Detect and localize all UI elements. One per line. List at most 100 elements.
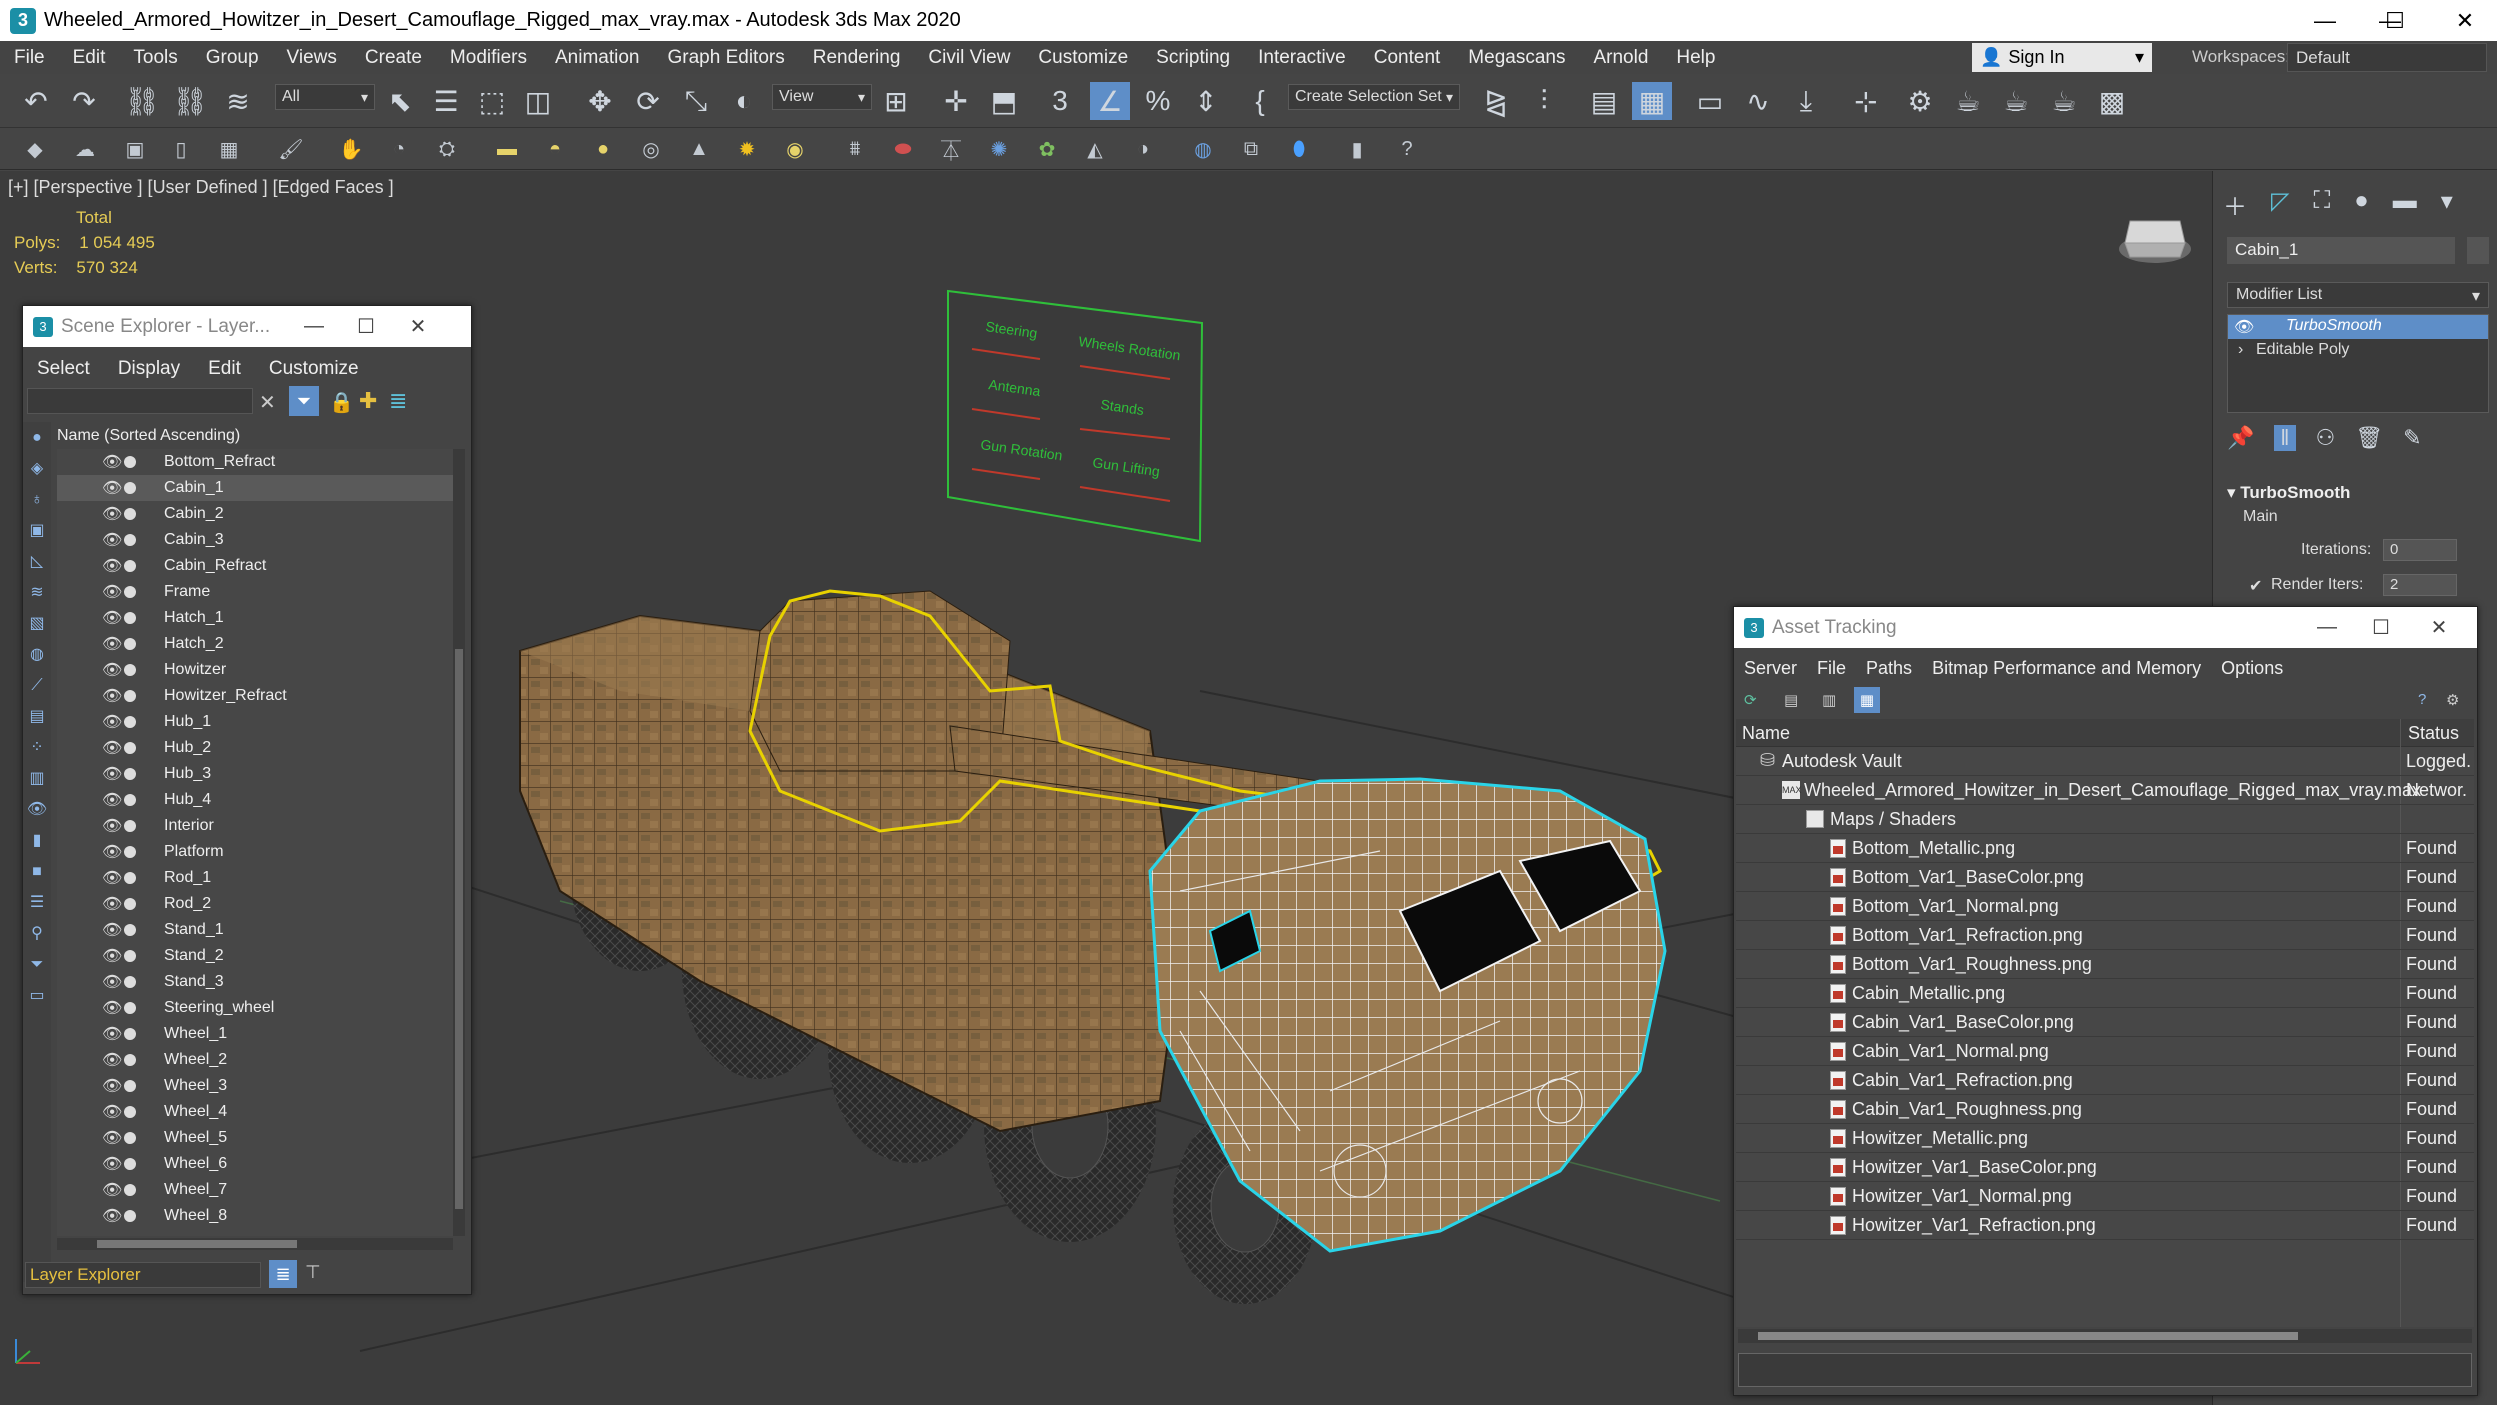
redo-icon[interactable]: ↷ xyxy=(64,82,104,120)
menu-paths[interactable]: Paths xyxy=(1856,658,1922,679)
close-button[interactable]: ✕ xyxy=(2416,607,2462,648)
list-item[interactable]: 👁 Hub_1 xyxy=(57,709,453,735)
ribbon-toggle-icon[interactable]: ▭ xyxy=(1690,82,1730,120)
select-manipulate-icon[interactable]: ✛ xyxy=(936,82,976,120)
select-object-icon[interactable]: ⬉ xyxy=(380,82,420,120)
bird-icon[interactable]: ◆ xyxy=(20,134,50,164)
select-by-name-icon[interactable]: ☰ xyxy=(426,82,466,120)
menu-file[interactable]: File xyxy=(0,47,59,69)
scale-icon[interactable]: ⤡ xyxy=(676,82,716,120)
menu-select[interactable]: Select xyxy=(23,358,104,380)
settings-icon[interactable]: ⚙ xyxy=(2446,691,2459,709)
create-tab-icon[interactable]: ＋ xyxy=(2223,187,2247,221)
menu-megascans[interactable]: Megascans xyxy=(1454,47,1579,69)
containers-filter-icon[interactable]: ▤ xyxy=(23,701,51,732)
snaps-toggle-icon[interactable]: 3 xyxy=(1040,82,1080,120)
spacewarps-filter-icon[interactable]: ≋ xyxy=(23,577,51,608)
menu-customize[interactable]: Customize xyxy=(255,358,373,380)
asset-tracking-titlebar[interactable]: 3 Asset Tracking — ☐ ✕ xyxy=(1734,607,2477,648)
render-toggle-icon[interactable] xyxy=(124,794,136,806)
modifier-list-dropdown[interactable]: Modifier List ▾ xyxy=(2227,282,2489,308)
groups-filter-icon[interactable]: ▧ xyxy=(23,608,51,639)
visibility-eye-icon[interactable]: 👁 xyxy=(102,1024,122,1044)
modify-tab-icon[interactable]: ◸ xyxy=(2271,187,2289,219)
render-toggle-icon[interactable] xyxy=(124,1184,136,1196)
volume-icon[interactable]: ✺ xyxy=(984,134,1014,164)
undo-icon[interactable]: ↶ xyxy=(16,82,56,120)
render-toggle-icon[interactable] xyxy=(124,950,136,962)
brush-icon[interactable]: 🖌 xyxy=(276,134,306,164)
globe-icon[interactable]: ◍ xyxy=(1188,134,1218,164)
scene-explorer-titlebar[interactable]: 3 Scene Explorer - Layer... — ☐ ✕ xyxy=(23,306,471,347)
table-row[interactable]: ⛁ Autodesk Vault Logged. xyxy=(1736,747,2474,776)
visibility-eye-icon[interactable]: 👁 xyxy=(102,712,122,732)
table-row[interactable]: Bottom_Var1_Refraction.png Found xyxy=(1736,921,2474,950)
lock-icon[interactable]: 🔒 xyxy=(329,390,354,415)
rectangular-selection-icon[interactable]: ⬚ xyxy=(472,82,512,120)
render-toggle-icon[interactable] xyxy=(124,976,136,988)
render-toggle-icon[interactable] xyxy=(124,1132,136,1144)
table-row[interactable]: Howitzer_Metallic.png Found xyxy=(1736,1124,2474,1153)
menu-edit[interactable]: Edit xyxy=(59,47,120,69)
gpu-icon[interactable]: ⬮ xyxy=(1284,134,1314,164)
box-icon[interactable]: ▣ xyxy=(120,134,150,164)
lights-filter-icon[interactable]: ♁ xyxy=(23,484,51,515)
reference-coordinate-dropdown[interactable]: View xyxy=(772,84,872,110)
render-toggle-icon[interactable] xyxy=(124,612,136,624)
viewcube-icon[interactable] xyxy=(2119,220,2191,263)
menu-group[interactable]: Group xyxy=(192,47,273,69)
expand-arrow-icon[interactable]: › xyxy=(2238,341,2243,359)
menu-civil-view[interactable]: Civil View xyxy=(914,47,1024,69)
remove-modifier-icon[interactable]: 🗑 xyxy=(2355,425,2383,451)
window-crossing-icon[interactable]: ◫ xyxy=(518,82,558,120)
table-row[interactable]: Howitzer_Var1_Normal.png Found xyxy=(1736,1182,2474,1211)
funnel-filter-icon[interactable]: ⏷ xyxy=(23,949,51,980)
menu-options[interactable]: Options xyxy=(2211,658,2293,679)
explorer-type-dropdown[interactable]: Layer Explorer xyxy=(25,1262,261,1288)
list-item[interactable]: 👁 Stand_1 xyxy=(57,917,453,943)
menu-help[interactable]: Help xyxy=(1662,47,1729,69)
menu-display[interactable]: Display xyxy=(104,358,194,380)
hierarchy-icon[interactable]: ⊤ xyxy=(305,1262,321,1283)
light-cone-icon[interactable]: ▲ xyxy=(684,134,714,164)
particles-filter-icon[interactable]: ⁘ xyxy=(23,732,51,763)
minimize-button[interactable]: — xyxy=(291,306,337,347)
make-unique-icon[interactable]: ⚇ xyxy=(2316,425,2336,451)
viewport-label-menu[interactable]: [+] [Perspective ] [User Defined ] [Edge… xyxy=(8,177,394,198)
visibility-eye-icon[interactable]: 👁 xyxy=(102,1180,122,1200)
render-toggle-icon[interactable] xyxy=(124,1080,136,1092)
menu-rendering[interactable]: Rendering xyxy=(799,47,915,69)
sun-icon[interactable]: ✹ xyxy=(732,134,762,164)
list-item[interactable]: 👁 Wheel_8 xyxy=(57,1203,453,1229)
list-item[interactable]: 👁 Hatch_2 xyxy=(57,631,453,657)
list-item[interactable]: 👁 Cabin_1 xyxy=(57,475,453,501)
list-item[interactable]: 👁 Hub_2 xyxy=(57,735,453,761)
helpers-filter-icon[interactable]: ◺ xyxy=(23,546,51,577)
render-toggle-icon[interactable] xyxy=(124,1210,136,1222)
pivot-center-icon[interactable]: ⊞ xyxy=(876,82,916,120)
table-row[interactable]: Cabin_Metallic.png Found xyxy=(1736,979,2474,1008)
table-row[interactable]: Bottom_Metallic.png Found xyxy=(1736,834,2474,863)
render-cloud-icon[interactable]: ▩ xyxy=(2092,82,2132,120)
angle-snap-icon[interactable]: ∠ xyxy=(1090,82,1130,120)
place-icon[interactable]: ◐ xyxy=(724,82,764,120)
menu-graph-editors[interactable]: Graph Editors xyxy=(654,47,799,69)
render-toggle-icon[interactable] xyxy=(124,508,136,520)
table-row[interactable]: Cabin_Var1_Refraction.png Found xyxy=(1736,1066,2474,1095)
cylinder-icon[interactable]: ▯ xyxy=(166,134,196,164)
visibility-eye-icon[interactable]: 👁 xyxy=(102,1102,122,1122)
render-toggle-icon[interactable] xyxy=(124,1002,136,1014)
schematic-view-icon[interactable]: ⊹ xyxy=(1846,82,1886,120)
visibility-eye-icon[interactable]: 👁 xyxy=(102,946,122,966)
folder-filter-icon[interactable]: ▭ xyxy=(23,980,51,1011)
visibility-eye-icon[interactable]: 👁 xyxy=(102,530,122,550)
render-toggle-icon[interactable] xyxy=(124,820,136,832)
menu-arnold[interactable]: Arnold xyxy=(1579,47,1662,69)
horizontal-scrollbar[interactable] xyxy=(1738,1329,2472,1343)
table-row[interactable]: Bottom_Var1_BaseColor.png Found xyxy=(1736,863,2474,892)
render-toggle-icon[interactable] xyxy=(124,1028,136,1040)
close-button[interactable]: ✕ xyxy=(395,306,441,347)
render-toggle-icon[interactable] xyxy=(124,560,136,572)
name-column-header[interactable]: Name (Sorted Ascending) xyxy=(57,424,467,450)
visibility-eye-icon[interactable]: 👁 xyxy=(102,842,122,862)
